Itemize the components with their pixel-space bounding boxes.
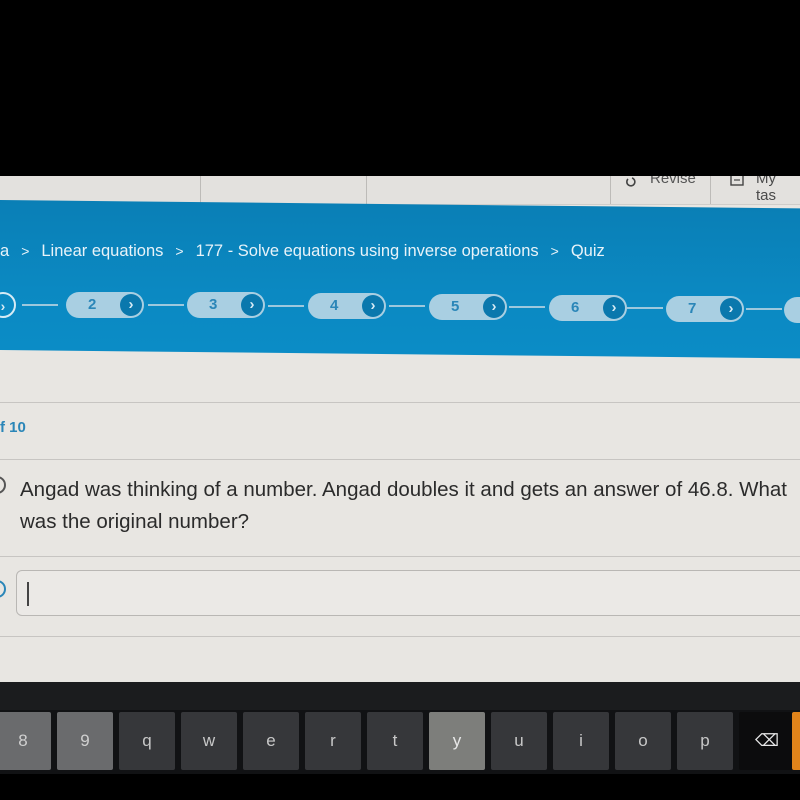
breadcrumb-separator: > — [21, 243, 30, 259]
key-q[interactable]: q — [119, 712, 175, 770]
text-caret — [27, 582, 29, 606]
enter-key[interactable] — [792, 712, 800, 770]
chevron-right-icon: › — [362, 295, 384, 317]
step-number: 3 — [209, 296, 218, 313]
chevron-right-icon: › — [720, 298, 742, 320]
key-r[interactable]: r — [305, 712, 361, 770]
quiz-step-4[interactable]: 4 › — [308, 293, 386, 319]
answer-input[interactable] — [16, 570, 800, 616]
breadcrumb-separator: > — [175, 243, 184, 259]
chevron-right-icon: › — [483, 296, 505, 318]
quiz-step-2[interactable]: 2 › — [66, 292, 144, 318]
quiz-step-5[interactable]: 5 › — [429, 294, 507, 320]
chevron-right-icon: › — [120, 294, 142, 316]
step-connector — [509, 306, 545, 308]
step-connector — [148, 304, 184, 306]
step-number: 4 — [330, 297, 339, 314]
breadcrumb-separator: > — [550, 243, 559, 259]
question-text: Angad was thinking of a number. Angad do… — [20, 478, 787, 533]
chevron-right-icon: › — [241, 294, 263, 316]
breadcrumb-item[interactable]: a — [0, 242, 9, 260]
step-connector — [389, 305, 425, 307]
quiz-step-7[interactable]: 7 › — [666, 296, 744, 322]
nav-divider — [610, 176, 611, 204]
key-9[interactable]: 9 — [57, 712, 113, 770]
chevron-right-icon: › — [603, 297, 625, 319]
key-w[interactable]: w — [181, 712, 237, 770]
nav-divider — [710, 176, 711, 204]
step-connector — [268, 305, 304, 307]
backspace-key[interactable]: ⌫ — [739, 712, 795, 770]
nav-divider — [200, 176, 201, 204]
key-u[interactable]: u — [491, 712, 547, 770]
backspace-icon: ⌫ — [754, 731, 780, 750]
divider — [0, 459, 800, 460]
key-t[interactable]: t — [367, 712, 423, 770]
breadcrumb-item-lesson[interactable]: 177 - Solve equations using inverse oper… — [196, 242, 539, 260]
breadcrumb: a > Linear equations >177 - Solve equations… — [0, 242, 613, 264]
step-connector — [627, 307, 663, 309]
divider — [0, 636, 800, 637]
key-8[interactable]: 8 — [0, 712, 51, 770]
breadcrumb-item-quiz: Quiz — [570, 242, 605, 260]
question-marker-icon — [0, 476, 6, 494]
nav-my-tasks-label: My tas — [756, 176, 777, 204]
keyboard-toolbar — [0, 682, 800, 710]
revise-icon — [626, 176, 638, 188]
quiz-step-3[interactable]: 3 › — [187, 292, 265, 318]
nav-revise-label: Revise — [650, 176, 696, 187]
tasks-icon — [730, 176, 744, 188]
quiz-step-8[interactable] — [784, 297, 800, 323]
key-o[interactable]: o — [615, 712, 671, 770]
step-number: 5 — [451, 298, 460, 315]
key-i[interactable]: i — [553, 712, 609, 770]
step-connector — [22, 304, 58, 306]
breadcrumb-item-linear-equations[interactable]: Linear equations — [41, 242, 163, 260]
key-e[interactable]: e — [243, 712, 299, 770]
step-number: 6 — [571, 299, 580, 316]
divider — [0, 556, 800, 557]
key-y[interactable]: y — [429, 712, 485, 770]
answer-marker-icon — [0, 580, 6, 598]
keyboard-bottom-edge — [0, 774, 800, 800]
nav-divider — [366, 176, 367, 204]
quiz-step-6[interactable]: 6 › — [549, 295, 627, 321]
step-connector — [746, 308, 782, 310]
divider — [0, 402, 800, 403]
quiz-header — [0, 200, 800, 359]
step-number: 2 — [88, 296, 97, 313]
question-count: f 10 — [0, 419, 26, 436]
on-screen-keyboard: 8 9 q w e r t y u i o p ⌫ — [0, 682, 800, 800]
step-number: 7 — [688, 300, 697, 317]
quiz-steps: 2 › 3 › 4 › 5 › 6 › 7 › — [0, 292, 800, 323]
key-p[interactable]: p — [677, 712, 733, 770]
